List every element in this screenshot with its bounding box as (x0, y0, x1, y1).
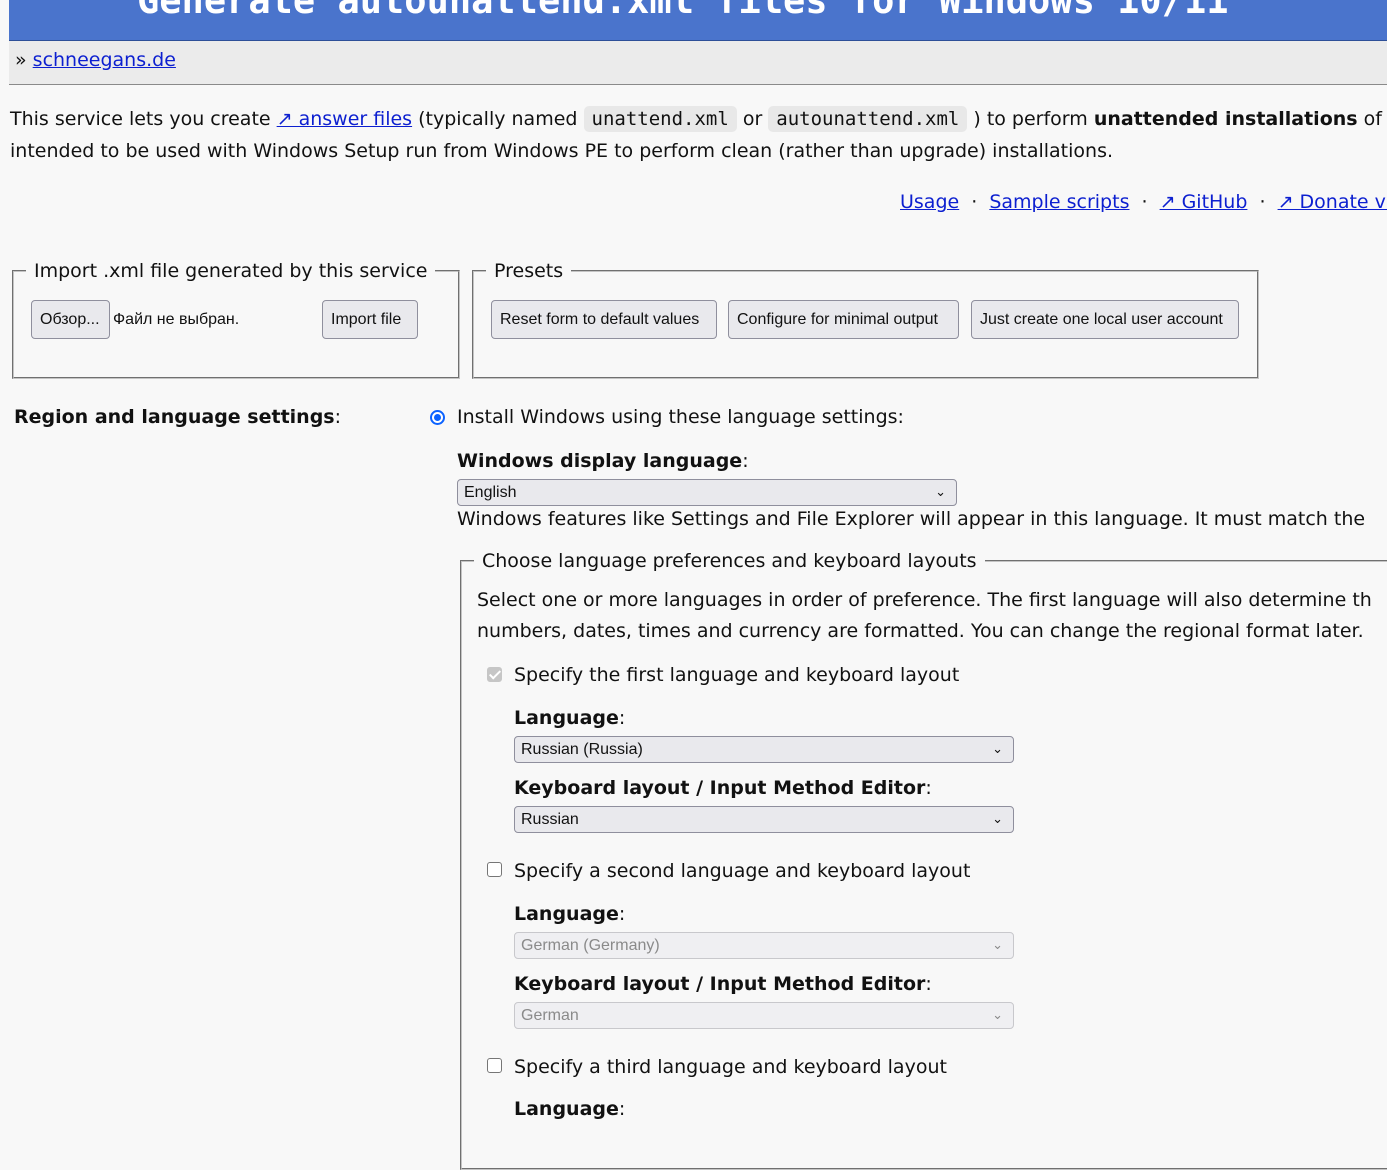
answer-files-link[interactable]: ↗ answer files (277, 108, 412, 130)
intro-line-2: intended to be used with Windows Setup r… (10, 140, 1114, 162)
first-language-label: Language: (514, 707, 625, 729)
import-file-button[interactable]: Import file (322, 300, 418, 339)
second-language-checkbox[interactable] (487, 862, 502, 877)
nav-separator: · (1141, 191, 1148, 213)
first-language-select[interactable]: Russian (Russia) ⌄ (514, 736, 1014, 763)
prefs-description-line-2: numbers, dates, times and currency are f… (477, 620, 1364, 642)
region-heading-text: Region and language settings (14, 406, 335, 428)
first-language-value: Russian (Russia) (521, 741, 643, 758)
breadcrumb-prefix: » (15, 49, 27, 71)
intro-text-5: of (1357, 108, 1382, 130)
intro-text-2: (typically named (412, 108, 584, 130)
intro-bold-unattended: unattended installations (1093, 108, 1358, 130)
breadcrumb-home-link[interactable]: schneegans.de (33, 49, 176, 71)
donate-link[interactable]: ↗ Donate via (1278, 191, 1387, 213)
region-heading-colon: : (334, 406, 342, 428)
chevron-down-icon: ⌄ (992, 1007, 1003, 1022)
intro-text-3: or (736, 108, 769, 130)
title-bar: Generate autounattend.xml files for Wind… (9, 0, 1387, 41)
first-language-label-text: Language (514, 707, 619, 729)
display-language-label: Windows display language: (457, 450, 749, 472)
second-keyboard-label: Keyboard layout / Input Method Editor: (514, 973, 932, 995)
second-language-value: German (Germany) (521, 937, 660, 954)
second-keyboard-value: German (521, 1007, 579, 1024)
intro-line-1: This service lets you create ↗ answer fi… (10, 106, 1382, 132)
install-language-label: Install Windows using these language set… (457, 406, 904, 428)
chevron-down-icon: ⌄ (992, 741, 1003, 756)
intro-text-4: ) to perform (967, 108, 1094, 130)
breadcrumb-content: » schneegans.de (15, 49, 176, 71)
no-file-selected-text: Файл не выбран. (113, 311, 240, 328)
intro-text-1: This service lets you create (10, 108, 277, 130)
region-heading: Region and language settings: (14, 406, 341, 428)
display-language-value: English (464, 484, 517, 501)
minimal-output-button[interactable]: Configure for minimal output (728, 300, 959, 339)
reset-defaults-button[interactable]: Reset form to default values (491, 300, 717, 339)
install-language-radio[interactable] (430, 410, 445, 425)
first-keyboard-select[interactable]: Russian ⌄ (514, 806, 1014, 833)
second-language-label-text: Language (514, 903, 619, 925)
code-unattend: unattend.xml (583, 106, 737, 132)
first-language-checkbox[interactable] (487, 667, 502, 682)
code-autounattend: autounattend.xml (768, 106, 968, 132)
first-keyboard-label-text: Keyboard layout / Input Method Editor (514, 777, 926, 799)
usage-link[interactable]: Usage (900, 191, 959, 213)
third-language-checkbox[interactable] (487, 1058, 502, 1073)
import-legend: Import .xml file generated by this servi… (34, 260, 428, 282)
language-preferences-legend: Choose language preferences and keyboard… (482, 550, 977, 572)
chevron-down-icon: ⌄ (992, 937, 1003, 952)
nav-links: Usage · Sample scripts · ↗ GitHub · ↗ Do… (900, 191, 1387, 213)
display-language-hint: Windows features like Settings and File … (457, 508, 1366, 530)
second-keyboard-select[interactable]: German ⌄ (514, 1002, 1014, 1029)
page-title: Generate autounattend.xml files for Wind… (137, 0, 1229, 22)
chevron-down-icon: ⌄ (935, 484, 946, 499)
second-language-label: Language: (514, 903, 625, 925)
first-language-checkbox-label: Specify the first language and keyboard … (514, 664, 960, 686)
second-language-colon: : (618, 903, 626, 925)
first-keyboard-label: Keyboard layout / Input Method Editor: (514, 777, 932, 799)
first-keyboard-value: Russian (521, 811, 579, 828)
display-language-label-text: Windows display language (457, 450, 743, 472)
github-link[interactable]: ↗ GitHub (1160, 191, 1248, 213)
nav-separator: · (971, 191, 978, 213)
display-language-select[interactable]: English ⌄ (457, 479, 957, 506)
chevron-down-icon: ⌄ (992, 811, 1003, 826)
nav-separator: · (1259, 191, 1266, 213)
first-language-colon: : (618, 707, 626, 729)
second-keyboard-colon: : (925, 973, 932, 995)
breadcrumb: » schneegans.de (9, 41, 1387, 85)
second-language-checkbox-label: Specify a second language and keyboard l… (514, 860, 971, 882)
third-language-checkbox-label: Specify a third language and keyboard la… (514, 1056, 947, 1078)
first-keyboard-colon: : (925, 777, 932, 799)
second-language-select[interactable]: German (Germany) ⌄ (514, 932, 1014, 959)
local-user-account-button[interactable]: Just create one local user account (971, 300, 1239, 339)
browse-button[interactable]: Обзор... (31, 300, 110, 339)
display-language-colon: : (742, 450, 749, 472)
second-keyboard-label-text: Keyboard layout / Input Method Editor (514, 973, 926, 995)
prefs-description-line-1: Select one or more languages in order of… (477, 589, 1372, 611)
sample-scripts-link[interactable]: Sample scripts (989, 191, 1129, 213)
presets-legend: Presets (494, 260, 564, 282)
